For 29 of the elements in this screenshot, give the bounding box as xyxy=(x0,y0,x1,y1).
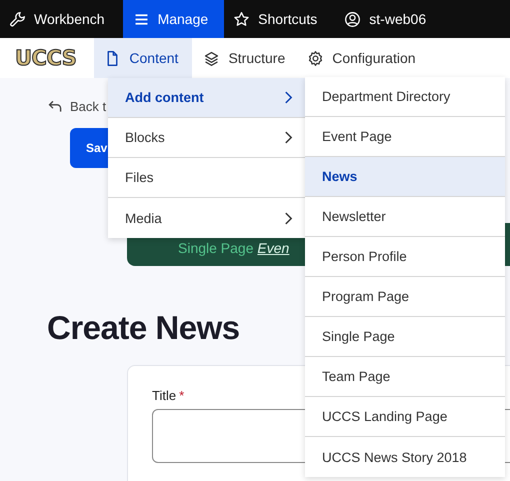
admin-menu-tab[interactable]: Content xyxy=(94,38,192,78)
toolbar-tab[interactable]: Manage xyxy=(122,0,224,38)
admin-menu-tab[interactable]: Configuration xyxy=(296,38,427,78)
toolbar-tab[interactable]: st-web06 xyxy=(335,0,444,38)
menu-item[interactable]: Person Profile xyxy=(305,237,505,277)
layers-icon xyxy=(203,50,220,66)
menu-item[interactable]: Team Page xyxy=(305,357,505,397)
menu-item[interactable]: Media xyxy=(108,198,305,238)
menu-item[interactable]: Single Page xyxy=(305,317,505,357)
menu-item[interactable]: UCCS News Story 2018 xyxy=(305,437,505,477)
menu-item[interactable]: News xyxy=(305,157,505,197)
required-mark: * xyxy=(179,388,184,403)
menu-item[interactable]: UCCS Landing Page xyxy=(305,397,505,437)
toolbar-tab[interactable]: Workbench xyxy=(0,0,123,38)
back-link[interactable]: Back t xyxy=(47,92,106,120)
admin-menu-tab[interactable]: Structure xyxy=(192,38,296,78)
banner-link[interactable]: Even xyxy=(257,240,290,256)
menu-item[interactable]: Program Page xyxy=(305,277,505,317)
field-label: Title xyxy=(152,388,176,403)
page-heading: Create News xyxy=(47,308,240,348)
menu-item[interactable]: Add content xyxy=(108,78,305,118)
user-icon xyxy=(344,10,362,28)
banner-text: Single Page Even xyxy=(178,240,290,256)
star-icon xyxy=(233,10,250,28)
toolbar-tab[interactable]: Shortcuts xyxy=(224,0,336,38)
menu-item[interactable]: Newsletter xyxy=(305,197,505,237)
menu-item[interactable]: Department Directory xyxy=(305,77,505,117)
wrench-icon xyxy=(9,10,26,28)
settings-icon xyxy=(307,50,324,66)
